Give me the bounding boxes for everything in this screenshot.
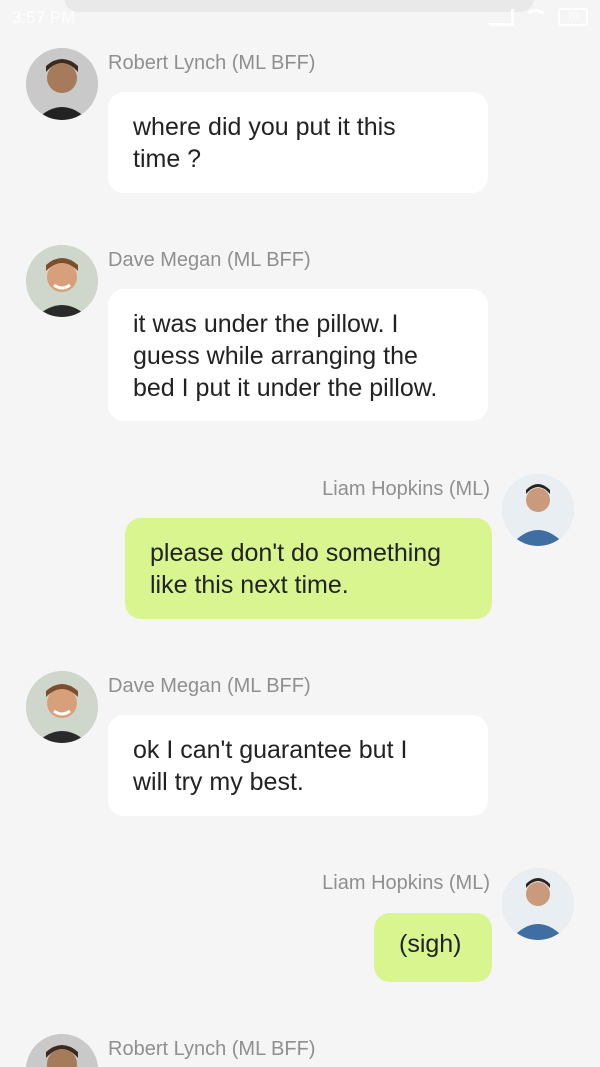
wifi-icon — [524, 8, 548, 26]
message-bubble[interactable]: where did you put it this time ? — [108, 92, 488, 193]
message-line: time ? — [133, 145, 202, 173]
message-line: bed I put it under the pillow. — [133, 374, 438, 402]
dave-avatar[interactable] — [26, 245, 98, 317]
liam-avatar[interactable] — [502, 868, 574, 940]
message-line: where did you put it this — [133, 113, 396, 141]
sender-name: Liam Hopkins (ML) — [322, 872, 490, 894]
message-bubble[interactable]: ok I can't guarantee but I will try my b… — [108, 715, 488, 816]
dave-avatar[interactable] — [26, 671, 98, 743]
status-time: 3:57 PM — [12, 8, 76, 27]
message-line: guess while arranging the — [133, 342, 418, 370]
robert-avatar[interactable] — [26, 48, 98, 120]
message-line: will try my best. — [133, 768, 304, 796]
sender-name: Dave Megan (ML BFF) — [108, 249, 311, 271]
message-bubble[interactable]: please don't do something like this next… — [125, 518, 492, 619]
sender-name: Robert Lynch (ML BFF) — [108, 52, 316, 74]
notification-pill — [64, 0, 534, 12]
battery-icon: 70 — [558, 8, 588, 26]
sender-name: Robert Lynch (ML BFF) — [108, 1038, 316, 1060]
liam-avatar[interactable] — [502, 474, 574, 546]
status-icons: 70 — [489, 8, 588, 26]
message-line: please don't do something — [150, 539, 442, 567]
message-bubble[interactable]: it was under the pillow. I guess while a… — [108, 289, 488, 421]
chat-screen: 3:57 PM 70 Robert Lynch (ML BFF) where d… — [0, 0, 600, 1067]
status-bar: 3:57 PM 70 — [0, 0, 600, 30]
message-line: it was under the pillow. I — [133, 310, 399, 338]
message-line: ok I can't guarantee but I — [133, 736, 408, 764]
message-line: like this next time. — [150, 571, 349, 599]
signal-icon — [489, 8, 514, 26]
message-line: (sigh) — [399, 930, 462, 958]
sender-name: Dave Megan (ML BFF) — [108, 675, 311, 697]
message-bubble[interactable]: (sigh) — [374, 913, 492, 982]
robert-avatar[interactable] — [26, 1034, 98, 1067]
sender-name: Liam Hopkins (ML) — [322, 478, 490, 500]
